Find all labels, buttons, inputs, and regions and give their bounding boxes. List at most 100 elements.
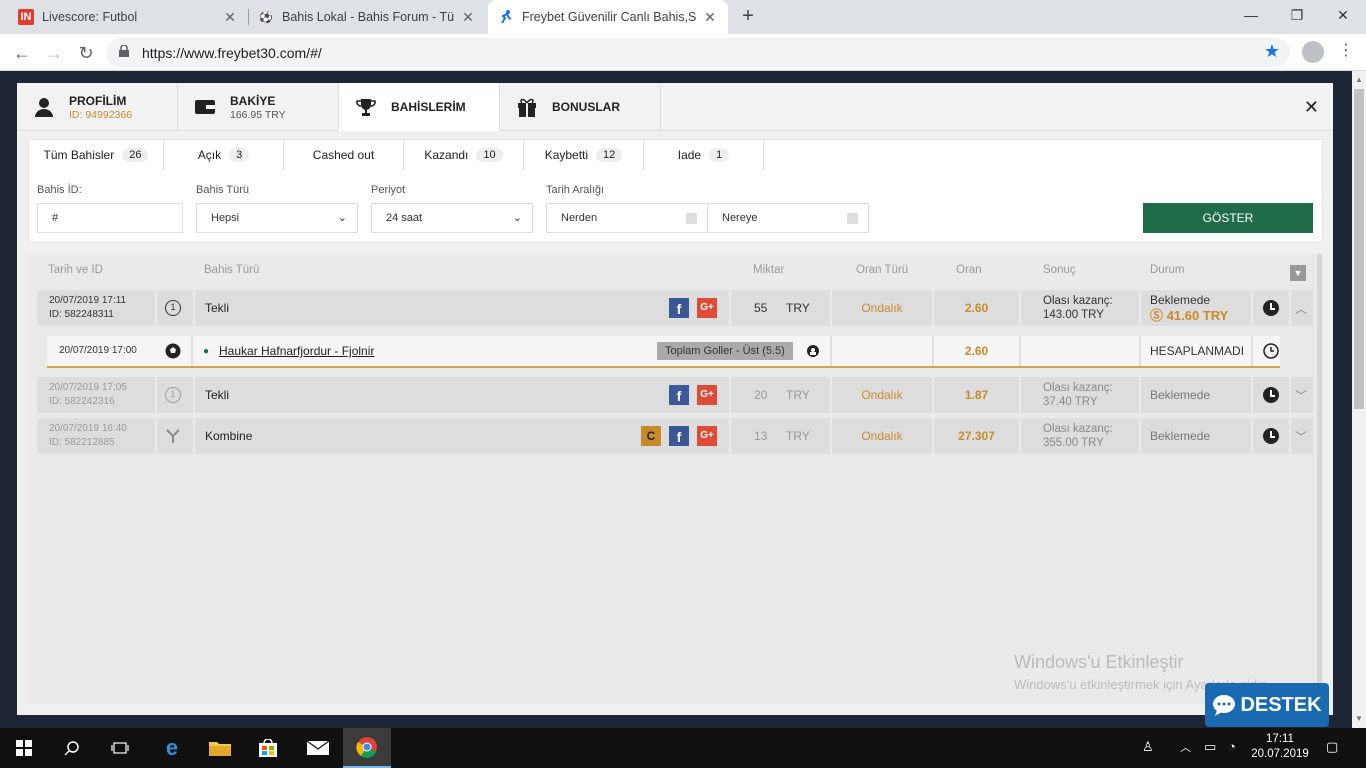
file-explorer-icon[interactable] — [196, 728, 244, 768]
collapse-all-icon[interactable]: ▼ — [1290, 265, 1306, 281]
windows-start-icon[interactable] — [0, 728, 48, 768]
account-avatar[interactable] — [1302, 41, 1324, 63]
browser-menu-icon[interactable]: ⋮ — [1336, 42, 1356, 62]
table-row[interactable]: 20/07/2019 17:11 ID: 582248311 1 Tekli f … — [37, 290, 1313, 326]
tab-label: PROFİLİM — [69, 93, 127, 108]
close-tab-icon[interactable]: ✕ — [460, 9, 476, 26]
row-separator — [1251, 418, 1253, 454]
support-chat-button[interactable]: DESTEK — [1205, 683, 1329, 727]
show-button[interactable]: GÖSTER — [1143, 203, 1313, 233]
potential-win-cell: Olası kazanç: 355.00 TRY — [1043, 418, 1113, 454]
chevron-up-icon[interactable]: ︿ — [1295, 290, 1307, 326]
window-close-button[interactable]: ✕ — [1320, 0, 1366, 30]
odds-type: Ondalık — [861, 388, 903, 402]
potential-win-cell: Olası kazanç: 143.00 TRY — [1043, 290, 1113, 326]
subtab-refund[interactable]: Iade 1 — [644, 140, 764, 170]
subtab-won[interactable]: Kazandı 10 — [404, 140, 524, 170]
reload-button[interactable]: ↻ — [74, 41, 98, 65]
user-icon — [33, 96, 55, 118]
system-clock[interactable]: 17:11 20.07.2019 — [1250, 732, 1310, 762]
combo-bet-icon — [165, 418, 181, 454]
bet-id-input[interactable]: # — [37, 203, 183, 233]
col-header-bet-type: Bahis Türü — [204, 264, 260, 276]
bookmark-star-icon[interactable]: ★ — [1264, 41, 1280, 62]
mail-icon[interactable] — [294, 728, 342, 768]
chevron-down-icon[interactable]: ﹀ — [1295, 377, 1307, 413]
facebook-icon: f — [669, 298, 689, 318]
table-row[interactable]: 20/07/2019 17:05 ID: 582242316 1 Tekli f … — [37, 377, 1313, 413]
event-link[interactable]: Haukar Hafnarfjordur - Fjolnir — [219, 336, 374, 366]
minimize-button[interactable]: — — [1228, 0, 1274, 30]
share-google-button[interactable]: G+ — [697, 377, 717, 413]
calendar-icon — [686, 213, 697, 224]
task-view-icon[interactable] — [96, 728, 144, 768]
table-row[interactable]: 20/07/2019 16:40 ID: 582212885 Kombine C … — [37, 418, 1313, 454]
cashout-button[interactable]: Ⓢ 41.60 TRY — [1150, 308, 1228, 323]
bet-id: ID: 582212885 — [49, 437, 115, 448]
close-tab-icon[interactable]: ✕ — [222, 9, 238, 26]
browser-tab-livescore[interactable]: IN Livescore: Futbol ✕ — [8, 0, 248, 34]
share-facebook-button[interactable]: f — [669, 418, 689, 454]
clock-icon — [1263, 418, 1279, 454]
coin-icon: Ⓢ — [1150, 308, 1164, 323]
account-modal: PROFİLİM ID: 94992366 BAKİYE 166.95 TRY BA… — [17, 83, 1333, 715]
date-to-input[interactable]: Nereye — [707, 203, 869, 233]
back-button[interactable]: ← — [10, 41, 34, 65]
browser-tab-bahis-lokal[interactable]: ⚽ Bahis Lokal - Bahis Forum - Türki ✕ — [248, 0, 486, 34]
bet-type-select[interactable]: Hepsi ⌄ — [196, 203, 358, 233]
share-facebook-button[interactable]: f — [669, 377, 689, 413]
subtab-label: Kaybetti — [544, 148, 589, 162]
tab-bonuses[interactable]: BONUSLAR — [500, 83, 661, 131]
chevron-down-icon[interactable]: ﹀ — [1295, 418, 1307, 454]
date-range-label: Tarih Aralığı — [546, 184, 605, 196]
share-google-button[interactable]: G+ — [697, 290, 717, 326]
tab-my-bets[interactable]: BAHİSLERİM — [339, 83, 500, 131]
page-scrollbar[interactable]: ▲ ▼ — [1352, 71, 1366, 728]
browser-tab-freybet[interactable]: Freybet Güvenilir Canlı Bahis,Slot ✕ — [488, 0, 728, 34]
search-icon[interactable] — [48, 728, 96, 768]
subtab-all-bets[interactable]: Tüm Bahisler 26 — [29, 140, 164, 170]
row-separator — [155, 418, 157, 454]
wifi-icon[interactable]: ◔ — [1228, 739, 1236, 754]
scroll-up-arrow-icon[interactable]: ▲ — [1352, 73, 1366, 87]
subtab-count: 12 — [596, 148, 623, 162]
new-tab-button[interactable]: + — [736, 5, 760, 29]
stats-icon[interactable] — [807, 336, 819, 366]
close-tab-icon[interactable]: ✕ — [702, 9, 718, 26]
subtab-open[interactable]: Açık 3 — [164, 140, 284, 170]
tab-balance[interactable]: BAKİYE 166.95 TRY — [178, 83, 339, 131]
scrollbar-thumb[interactable] — [1354, 89, 1364, 409]
address-bar[interactable]: https://www.freybet30.com/#/ ★ — [106, 38, 1290, 67]
modal-close-icon[interactable]: ✕ — [1304, 97, 1319, 118]
status-text: Beklemede — [1150, 428, 1211, 443]
balance-amount: 166.95 TRY — [230, 108, 286, 121]
tab-profile[interactable]: PROFİLİM ID: 94992366 — [17, 83, 178, 131]
row-separator — [193, 418, 195, 454]
livescore-favicon-icon: IN — [18, 9, 34, 25]
odds-type: Ondalık — [861, 301, 903, 315]
potential-win-value: 143.00 TRY — [1043, 309, 1104, 321]
edge-browser-icon[interactable]: e — [148, 728, 196, 768]
share-google-button[interactable]: G+ — [697, 418, 717, 454]
single-bet-icon: 1 — [165, 290, 181, 326]
period-select[interactable]: 24 saat ⌄ — [371, 203, 533, 233]
list-scrollbar[interactable] — [1317, 254, 1322, 704]
subtab-lost[interactable]: Kaybetti 12 — [524, 140, 644, 170]
people-icon[interactable]: ♙ — [1142, 739, 1154, 755]
scroll-down-arrow-icon[interactable]: ▼ — [1352, 712, 1366, 726]
date-from-input[interactable]: Nerden — [546, 203, 708, 233]
soccer-ball-icon — [165, 336, 181, 366]
google-plus-icon: G+ — [697, 298, 717, 318]
restore-button[interactable]: ❐ — [1274, 0, 1320, 30]
notifications-icon[interactable]: ▢ — [1326, 739, 1338, 755]
battery-icon[interactable]: ▭ — [1204, 739, 1216, 755]
row-separator — [1251, 336, 1253, 366]
subtab-cashed-out[interactable]: Cashed out — [284, 140, 404, 170]
forward-button[interactable]: → — [42, 41, 66, 65]
show-hidden-icons-icon[interactable]: ︿ — [1180, 739, 1191, 755]
share-facebook-button[interactable]: f — [669, 290, 689, 326]
support-label: DESTEK — [1240, 693, 1322, 716]
chrome-icon[interactable] — [343, 728, 391, 768]
store-icon[interactable] — [244, 728, 292, 768]
bet-type: Kombine — [205, 429, 253, 443]
